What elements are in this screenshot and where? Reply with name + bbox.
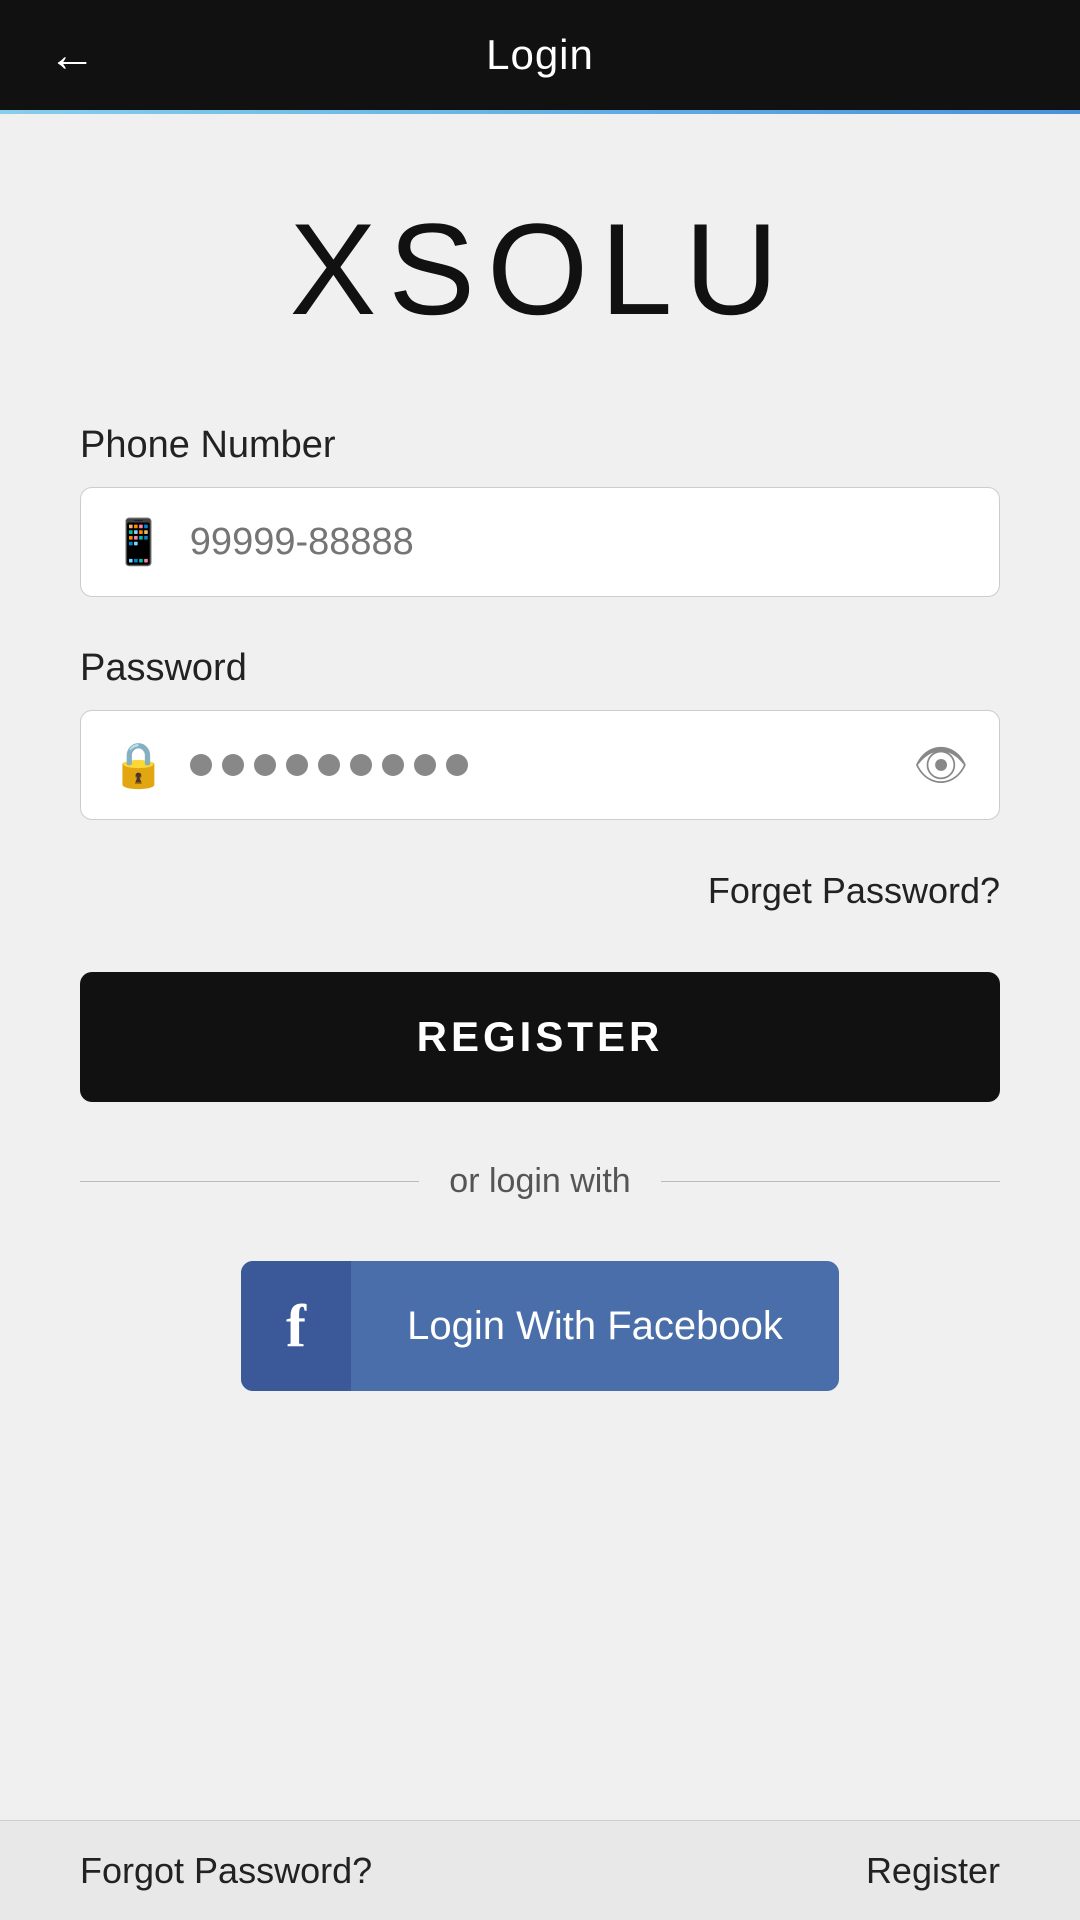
password-dot — [222, 754, 244, 776]
password-dot — [190, 754, 212, 776]
phone-input[interactable] — [190, 521, 969, 564]
forget-password-link[interactable]: Forget Password? — [708, 870, 1000, 912]
facebook-icon-area: f — [241, 1261, 351, 1391]
password-dot — [254, 754, 276, 776]
bottom-register-link[interactable]: Register — [866, 1850, 1000, 1892]
logo-container: XSOLU — [80, 194, 1000, 344]
divider-line-left — [80, 1181, 419, 1182]
password-label: Password — [80, 647, 1000, 690]
show-password-icon[interactable]: 👁 — [913, 739, 969, 791]
forget-password-row: Forget Password? — [80, 870, 1000, 912]
password-input-wrapper: 🔒 👁 — [80, 710, 1000, 820]
phone-number-label: Phone Number — [80, 424, 1000, 467]
facebook-button-label: Login With Facebook — [351, 1304, 839, 1349]
phone-input-wrapper: 📱 — [80, 487, 1000, 597]
facebook-login-button[interactable]: f Login With Facebook — [241, 1261, 839, 1391]
phone-icon: 📱 — [111, 516, 166, 568]
divider-row: or login with — [80, 1162, 1000, 1201]
app-header: ← Login — [0, 0, 1080, 110]
bottom-bar: Forgot Password? Register — [0, 1820, 1080, 1920]
facebook-icon: f — [286, 1292, 306, 1361]
header-title: Login — [486, 31, 594, 79]
password-dots — [190, 754, 913, 776]
password-dot — [318, 754, 340, 776]
divider-line-right — [661, 1181, 1000, 1182]
back-button[interactable]: ← — [48, 28, 96, 83]
app-logo: XSOLU — [290, 194, 791, 344]
register-button[interactable]: REGISTER — [80, 972, 1000, 1102]
password-dot — [286, 754, 308, 776]
lock-icon: 🔒 — [111, 739, 166, 791]
password-dot — [414, 754, 436, 776]
password-dot — [350, 754, 372, 776]
main-content: XSOLU Phone Number 📱 Password 🔒 👁 Forget… — [0, 114, 1080, 1391]
password-dot — [446, 754, 468, 776]
divider-text: or login with — [419, 1162, 660, 1201]
bottom-forgot-password-link[interactable]: Forgot Password? — [80, 1850, 372, 1892]
password-dot — [382, 754, 404, 776]
